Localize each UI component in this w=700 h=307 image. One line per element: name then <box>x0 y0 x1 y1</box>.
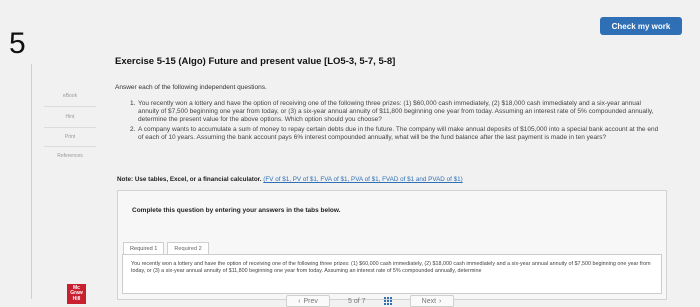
note-label: Note: Use tables, Excel, or a financial … <box>117 176 262 183</box>
sidebar-item-label: eBook <box>62 93 78 99</box>
prev-label: Prev <box>303 297 318 305</box>
item-number: 1. <box>130 100 136 107</box>
sidebar-item-print[interactable]: Print <box>40 127 100 147</box>
tab-content: You recently won a lottery and have the … <box>122 254 662 294</box>
chevron-left-icon: ‹ <box>298 297 301 305</box>
divider <box>31 64 32 299</box>
table-links[interactable]: (FV of $1, PV of $1, FVA of $1, PVA of $… <box>263 176 462 183</box>
panel-instruction: Complete this question by entering your … <box>132 207 341 214</box>
check-my-work-button[interactable]: Check my work <box>600 17 682 35</box>
sidebar-item-references[interactable]: References <box>40 146 100 166</box>
sidebar-item-label: References <box>57 153 83 159</box>
prev-button[interactable]: ‹ Prev <box>286 295 330 307</box>
note: Note: Use tables, Excel, or a financial … <box>117 176 463 183</box>
item-text: A company wants to accumulate a sum of m… <box>138 125 659 141</box>
list-item: 1. You recently won a lottery and have t… <box>130 100 660 125</box>
question-number: 5 <box>9 27 26 60</box>
tab-area: Required 1 Required 2 You recently won a… <box>118 225 666 301</box>
page-indicator: 5 of 7 <box>348 297 366 305</box>
next-button[interactable]: Next › <box>409 295 454 307</box>
item-number: 2. <box>130 125 136 133</box>
sidebar-item-label: Hint <box>65 114 75 120</box>
sidebar-item-ebook[interactable]: eBook <box>40 86 100 106</box>
grid-icon[interactable] <box>383 297 392 305</box>
exercise-title: Exercise 5-15 (Algo) Future and present … <box>115 56 396 67</box>
sidebar-item-hint[interactable]: Hint <box>40 107 100 127</box>
mcgraw-hill-logo: Mc Graw Hill <box>67 284 86 304</box>
item-text: You recently won a lottery and have the … <box>138 100 654 124</box>
next-label: Next <box>421 297 437 305</box>
question-list: 1. You recently won a lottery and have t… <box>130 100 660 143</box>
instructions: Answer each of the following independent… <box>115 84 267 91</box>
answer-panel: Complete this question by entering your … <box>117 190 667 300</box>
sidebar-item-label: Print <box>64 134 76 140</box>
pagination: ‹ Prev 5 of 7 Next › <box>286 295 454 307</box>
list-item: 2. A company wants to accumulate a sum o… <box>130 126 660 142</box>
chevron-right-icon: › <box>439 297 442 305</box>
